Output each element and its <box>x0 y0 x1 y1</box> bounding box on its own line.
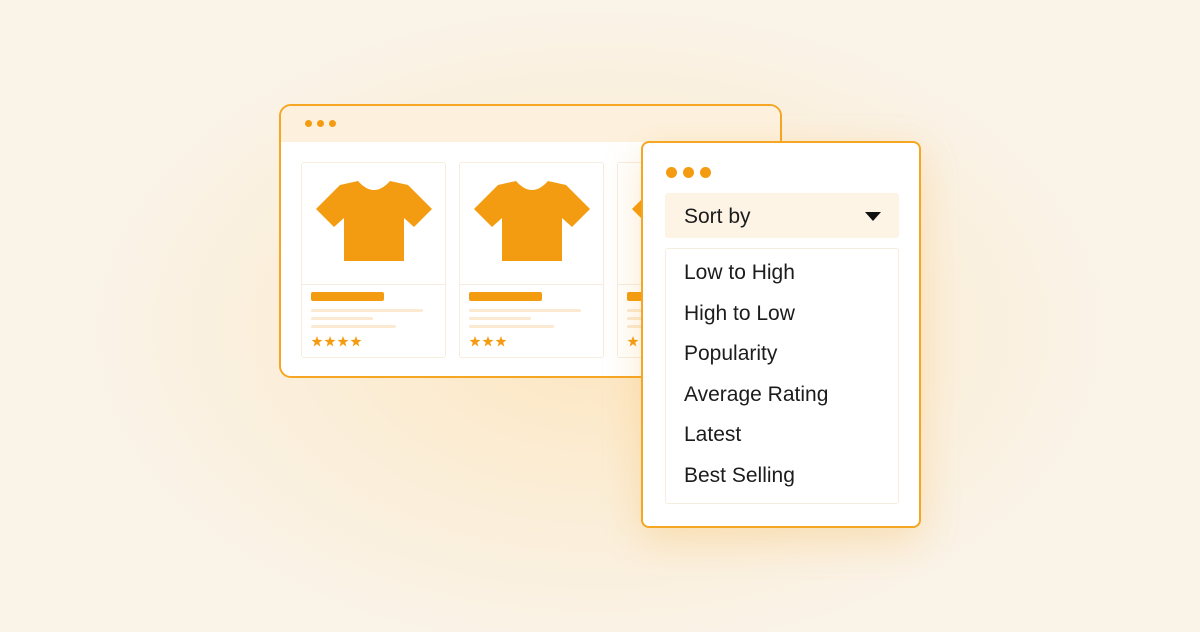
window-dot <box>317 120 324 127</box>
sort-options-list: Low to High High to Low Popularity Avera… <box>665 248 899 504</box>
star-icon <box>495 336 507 347</box>
sort-by-label: Sort by <box>684 205 751 228</box>
sort-option-best-selling[interactable]: Best Selling <box>684 464 795 488</box>
product-text-placeholder <box>311 317 373 320</box>
sort-option-average-rating[interactable]: Average Rating <box>684 383 828 407</box>
product-image <box>302 163 445 285</box>
window-dot <box>329 120 336 127</box>
star-icon <box>350 336 362 347</box>
product-text-placeholder <box>311 309 423 312</box>
sort-by-dropdown[interactable]: Sort by <box>665 193 899 238</box>
sort-option-popularity[interactable]: Popularity <box>684 342 777 366</box>
window-dot <box>666 167 677 178</box>
window-dot <box>305 120 312 127</box>
product-image <box>460 163 603 285</box>
star-icon <box>337 336 349 347</box>
tshirt-icon <box>316 181 432 261</box>
window-controls <box>666 167 711 178</box>
star-icon <box>627 336 639 347</box>
product-text-placeholder <box>469 309 581 312</box>
product-text-placeholder <box>311 325 396 328</box>
product-card[interactable] <box>459 162 604 358</box>
star-icon <box>324 336 336 347</box>
star-icon <box>469 336 481 347</box>
rating-stars <box>627 336 639 347</box>
sort-option-high-to-low[interactable]: High to Low <box>684 302 795 326</box>
sort-option-low-to-high[interactable]: Low to High <box>684 261 795 285</box>
rating-stars <box>469 336 507 347</box>
window-dot <box>700 167 711 178</box>
product-title-placeholder <box>311 292 384 301</box>
window-dot <box>683 167 694 178</box>
product-text-placeholder <box>469 325 554 328</box>
star-icon <box>311 336 323 347</box>
star-icon <box>482 336 494 347</box>
product-title-placeholder <box>469 292 542 301</box>
product-card[interactable] <box>301 162 446 358</box>
tshirt-icon <box>474 181 590 261</box>
product-text-placeholder <box>469 317 531 320</box>
sort-window: Sort by Low to High High to Low Populari… <box>641 141 921 528</box>
rating-stars <box>311 336 362 347</box>
sort-option-latest[interactable]: Latest <box>684 423 741 447</box>
window-controls <box>305 120 336 127</box>
caret-down-icon <box>865 212 881 221</box>
window-titlebar <box>281 106 780 142</box>
